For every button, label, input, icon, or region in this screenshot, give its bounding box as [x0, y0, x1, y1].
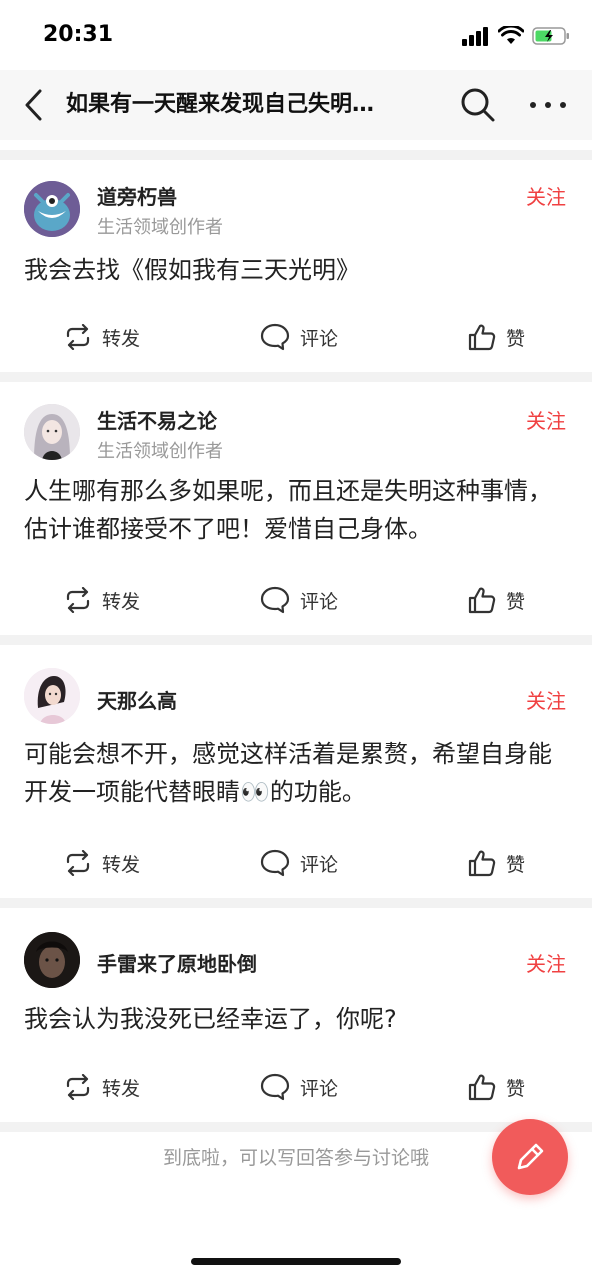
repost-label: 转发 — [102, 590, 141, 613]
like-button[interactable]: 赞 — [468, 1067, 525, 1107]
like-button[interactable]: 赞 — [468, 843, 525, 883]
repost-button[interactable]: 转发 — [64, 317, 140, 357]
username[interactable]: 道旁朽兽 — [97, 181, 177, 210]
pencil-icon — [517, 1143, 544, 1170]
username[interactable]: 天那么高 — [97, 685, 177, 714]
answer-text[interactable]: 可能会想不开，感觉这样活着是累赘，希望自身能开发一项能代替眼睛👀的功能。 — [24, 735, 572, 811]
repost-icon — [66, 850, 90, 876]
like-button[interactable]: 赞 — [468, 580, 525, 620]
comment-icon — [260, 586, 290, 614]
comment-icon — [260, 849, 290, 877]
comment-icon — [260, 323, 290, 351]
home-indicator — [191, 1258, 401, 1265]
answer-text[interactable]: 人生哪有那么多如果呢，而且还是失明这种事情，估计谁都接受不了吧！爱惜自己身体。 — [24, 472, 572, 548]
separator — [0, 372, 592, 382]
comment-label: 评论 — [300, 327, 339, 350]
girl-avatar-icon — [24, 404, 80, 460]
answer-card: 生活不易之论 生活领域创作者 关注 人生哪有那么多如果呢，而且还是失明这种事情，… — [0, 382, 592, 635]
comment-button[interactable]: 评论 — [260, 580, 338, 620]
answer-card: 天那么高 关注 可能会想不开，感觉这样活着是累赘，希望自身能开发一项能代替眼睛👀… — [0, 645, 592, 898]
like-icon — [468, 1074, 496, 1101]
avatar[interactable] — [24, 404, 80, 460]
action-bar: 转发 评论 赞 — [0, 317, 592, 357]
action-bar: 转发 评论 赞 — [0, 580, 592, 620]
like-label: 赞 — [506, 853, 526, 876]
action-bar: 转发 评论 赞 — [0, 843, 592, 883]
avatar[interactable] — [24, 181, 80, 237]
signal-icon — [462, 27, 488, 46]
like-icon — [468, 324, 496, 351]
monster-avatar-icon — [24, 181, 80, 237]
separator — [0, 898, 592, 908]
like-icon — [468, 587, 496, 614]
comment-label: 评论 — [300, 853, 339, 876]
answer-card: 道旁朽兽 生活领域创作者 关注 我会去找《假如我有三天光明》 转发 评论 赞 — [0, 160, 592, 372]
back-icon[interactable] — [18, 86, 50, 124]
search-icon[interactable] — [459, 86, 497, 124]
follow-button[interactable]: 关注 — [526, 948, 566, 977]
avatar[interactable] — [24, 932, 80, 988]
answer-text[interactable]: 我会认为我没死已经幸运了，你呢? — [24, 1000, 572, 1038]
separator — [0, 150, 592, 160]
repost-button[interactable]: 转发 — [64, 1067, 140, 1107]
repost-button[interactable]: 转发 — [64, 580, 140, 620]
comment-button[interactable]: 评论 — [260, 843, 338, 883]
answer-text[interactable]: 我会去找《假如我有三天光明》 — [24, 251, 572, 289]
repost-label: 转发 — [102, 1077, 141, 1100]
separator — [0, 635, 592, 645]
repost-icon — [66, 587, 90, 613]
user-subtitle: 生活领域创作者 — [97, 441, 223, 462]
avatar[interactable] — [24, 668, 80, 724]
comment-button[interactable]: 评论 — [260, 1067, 338, 1107]
status-time: 20:31 — [43, 22, 114, 47]
status-bar: 20:31 — [0, 0, 592, 70]
follow-button[interactable]: 关注 — [526, 181, 566, 210]
dark-portrait-avatar-icon — [24, 932, 80, 988]
woman-avatar-icon — [24, 668, 80, 724]
nav-bar: 如果有一天醒来发现自己失明… — [0, 70, 592, 140]
comment-label: 评论 — [300, 590, 339, 613]
like-label: 赞 — [506, 1077, 526, 1100]
repost-icon — [66, 1074, 90, 1100]
username[interactable]: 手雷来了原地卧倒 — [97, 948, 257, 977]
status-icons — [462, 24, 570, 48]
more-icon[interactable] — [528, 90, 568, 120]
repost-label: 转发 — [102, 327, 141, 350]
repost-label: 转发 — [102, 853, 141, 876]
comment-button[interactable]: 评论 — [260, 317, 338, 357]
like-label: 赞 — [506, 590, 526, 613]
battery-icon — [532, 27, 569, 45]
page-title: 如果有一天醒来发现自己失明… — [66, 92, 375, 117]
like-label: 赞 — [506, 327, 526, 350]
comment-label: 评论 — [300, 1077, 339, 1100]
follow-button[interactable]: 关注 — [526, 405, 566, 434]
comment-icon — [260, 1073, 290, 1101]
action-bar: 转发 评论 赞 — [0, 1067, 592, 1107]
user-subtitle: 生活领域创作者 — [97, 217, 223, 238]
repost-button[interactable]: 转发 — [64, 843, 140, 883]
wifi-icon — [498, 26, 524, 44]
follow-button[interactable]: 关注 — [526, 685, 566, 714]
like-button[interactable]: 赞 — [468, 317, 525, 357]
answer-card: 手雷来了原地卧倒 关注 我会认为我没死已经幸运了，你呢? 转发 评论 赞 — [0, 908, 592, 1122]
repost-icon — [66, 324, 90, 350]
username[interactable]: 生活不易之论 — [97, 405, 217, 434]
write-answer-button[interactable] — [492, 1119, 568, 1195]
like-icon — [468, 850, 496, 877]
